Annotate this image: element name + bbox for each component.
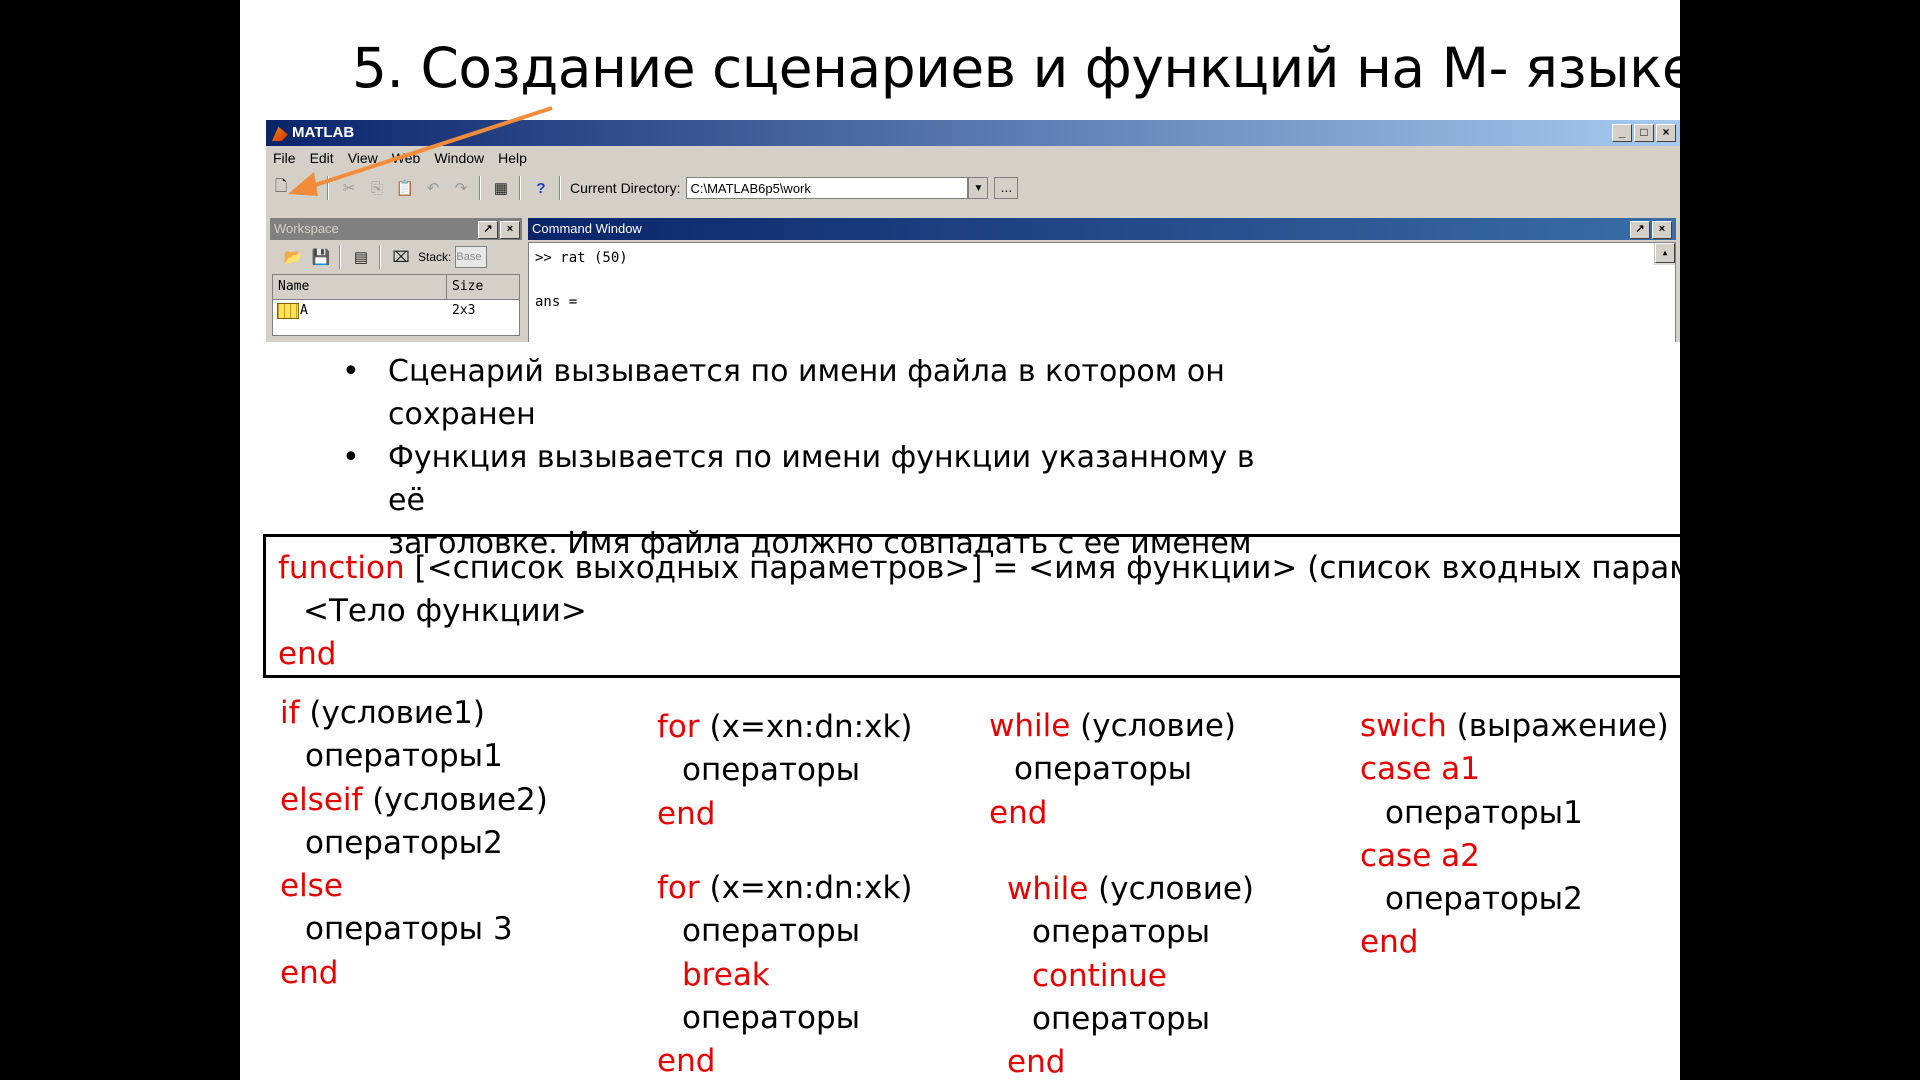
toolbar-separator: [479, 176, 481, 200]
while-block: while (условие) операторы end: [989, 708, 1237, 831]
matlab-window-title: MATLAB: [292, 124, 355, 141]
menu-bar: File Edit View Web Window Help: [266, 146, 1680, 170]
cut-icon[interactable]: ✂: [336, 176, 362, 200]
array-editor-icon[interactable]: ▤: [348, 245, 374, 269]
function-keyword: function: [278, 550, 405, 586]
close-icon[interactable]: ×: [1652, 221, 1672, 239]
paste-icon[interactable]: 📋: [392, 176, 418, 200]
column-header-name[interactable]: Name: [273, 275, 447, 299]
scroll-up-icon[interactable]: ▲: [1655, 243, 1675, 263]
menu-edit[interactable]: Edit: [303, 146, 341, 170]
toolbar-separator: [327, 176, 329, 200]
slide: 5. Создание сценариев и функций на М- яз…: [240, 0, 1680, 1080]
workspace-toolbar: 📂 💾 ▤ ⌧ Stack: Base: [270, 240, 522, 274]
table-row[interactable]: A 2x3: [273, 300, 519, 322]
current-directory-input[interactable]: C:\MATLAB6p5\work: [686, 177, 969, 199]
matlab-window-screenshot: MATLAB _ □ × File Edit View Web Window H…: [266, 120, 1680, 342]
open-folder-icon[interactable]: 📂: [296, 176, 322, 200]
undock-icon[interactable]: ↗: [478, 221, 498, 239]
toolbar-separator: [379, 245, 381, 269]
matlab-title-bar: MATLAB _ □ ×: [266, 120, 1680, 146]
for-block: for (x=xn:dn:xk) операторы end: [657, 709, 913, 832]
list-item: • Сценарий вызывается по имени файла в к…: [342, 354, 1225, 432]
slide-title: 5. Создание сценариев и функций на М- яз…: [352, 36, 1680, 100]
while-continue-block: while (условие) операторы continue опера…: [1007, 871, 1255, 1080]
command-window-title: Command Window: [532, 221, 642, 236]
maximize-button[interactable]: □: [1634, 124, 1654, 142]
workspace-panel: Workspace ↗ × 📂 💾 ▤ ⌧ Stack: Base Name S…: [270, 218, 522, 342]
minimize-button[interactable]: _: [1612, 124, 1632, 142]
command-line: >> rat (50): [535, 250, 628, 266]
command-window-header: Command Window ↗ ×: [528, 218, 1676, 240]
delete-icon[interactable]: ⌧: [388, 245, 414, 269]
chevron-down-icon[interactable]: ▼: [968, 177, 989, 199]
browse-button[interactable]: ...: [994, 177, 1019, 199]
save-icon[interactable]: 💾: [308, 245, 334, 269]
function-signature: [<список выходных параметров>] = <имя фу…: [404, 550, 1680, 586]
variable-size: 2x3: [452, 303, 476, 318]
toolbar-separator: [339, 245, 341, 269]
workspace-header: Workspace ↗ ×: [270, 218, 522, 240]
menu-file[interactable]: File: [266, 146, 303, 170]
stack-label: Stack:: [418, 250, 452, 264]
simulink-icon[interactable]: ▦: [488, 176, 514, 200]
undock-icon[interactable]: ↗: [1630, 221, 1650, 239]
menu-web[interactable]: Web: [385, 146, 428, 170]
toolbar-separator: [559, 176, 561, 200]
bullet-list: • Сценарий вызывается по имени файла в к…: [342, 350, 1288, 565]
menu-window[interactable]: Window: [427, 146, 491, 170]
close-button[interactable]: ×: [1656, 124, 1676, 142]
if-block: if (условие1) операторы1 elseif (условие…: [280, 695, 548, 991]
open-folder-icon[interactable]: 📂: [280, 245, 306, 269]
function-syntax-box: function [<список выходных параметров>] …: [263, 534, 1680, 678]
function-body: <Тело функции>: [303, 593, 587, 629]
end-keyword: end: [278, 636, 337, 672]
command-window-panel: Command Window ↗ × >> rat (50) ans = ▲: [528, 218, 1676, 342]
matrix-icon: [277, 302, 299, 319]
workspace-title: Workspace: [274, 221, 339, 236]
column-header-size[interactable]: Size: [447, 275, 483, 299]
new-file-icon[interactable]: 🗋: [268, 176, 294, 200]
table-header: Name Size: [273, 275, 519, 300]
menu-help[interactable]: Help: [491, 146, 534, 170]
variable-name: A: [300, 303, 308, 318]
scrollbar[interactable]: ▲: [1654, 243, 1675, 265]
matlab-logo-icon: [272, 126, 288, 142]
toolbar: 🗋 📂 ✂ ⎘ 📋 ↶ ↷ ▦ ? Current Directory: C:\…: [266, 172, 1680, 204]
close-icon[interactable]: ×: [500, 221, 520, 239]
switch-block: swich (выражение) case a1 операторы1 cas…: [1360, 708, 1669, 961]
copy-icon[interactable]: ⎘: [364, 176, 390, 200]
toolbar-separator: [519, 176, 521, 200]
command-window-body[interactable]: >> rat (50) ans = ▲: [528, 242, 1676, 342]
current-directory-label: Current Directory:: [570, 180, 681, 196]
workspace-table: Name Size A 2x3: [272, 274, 520, 336]
menu-view[interactable]: View: [341, 146, 385, 170]
for-break-block: for (x=xn:dn:xk) операторы break операто…: [657, 870, 913, 1080]
command-line: [535, 269, 1669, 291]
command-line: ans =: [535, 294, 578, 310]
undo-icon[interactable]: ↶: [420, 176, 446, 200]
help-icon[interactable]: ?: [528, 176, 554, 200]
redo-icon[interactable]: ↷: [448, 176, 474, 200]
stack-select[interactable]: Base: [455, 246, 488, 268]
